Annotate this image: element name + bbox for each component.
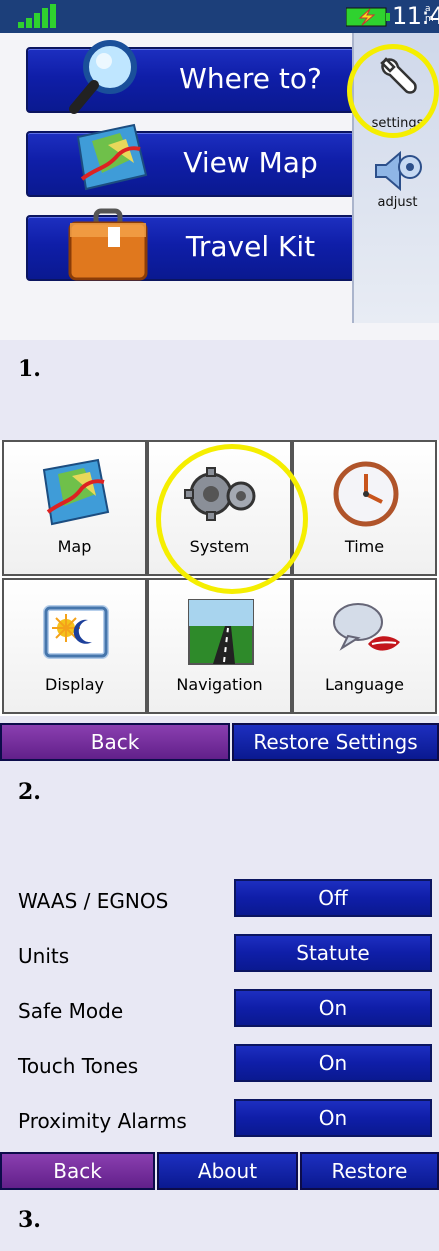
map-setting-cell[interactable]: Map	[2, 440, 147, 576]
waas-egnos-value-button[interactable]: Off	[234, 879, 432, 917]
clock-icon	[333, 461, 399, 527]
clock-ampm: a m	[425, 4, 434, 24]
safe-mode-value-button[interactable]: On	[234, 989, 432, 1027]
display-setting-cell[interactable]: Display	[2, 578, 147, 714]
map-icon	[42, 458, 110, 526]
touch-tones-value-button[interactable]: On	[234, 1044, 432, 1082]
suitcase-icon	[68, 208, 148, 281]
travel-kit-label: Travel Kit	[185, 230, 316, 263]
restore-settings-button[interactable]: Restore Settings	[232, 723, 439, 761]
map-label: Map	[57, 537, 92, 556]
units-label: Units	[18, 944, 70, 968]
step-3-label: 3.	[18, 1207, 41, 1233]
language-label: Language	[325, 675, 404, 694]
step-1-label: 1.	[18, 356, 41, 382]
units-value-button[interactable]: Statute	[234, 934, 432, 972]
view-map-label: View Map	[183, 146, 318, 179]
speech-lips-icon	[333, 603, 400, 651]
touch-tones-label: Touch Tones	[18, 1054, 139, 1078]
proximity-alarms-label: Proximity Alarms	[18, 1109, 187, 1133]
back-button-screen3[interactable]: Back	[0, 1152, 155, 1190]
where-to-button[interactable]: Where to?	[26, 40, 355, 114]
where-to-label: Where to?	[179, 62, 322, 95]
adjust-button[interactable]	[352, 148, 439, 228]
time-label: Time	[344, 537, 385, 556]
display-label: Display	[45, 675, 104, 694]
navigation-setting-cell[interactable]: Navigation	[147, 578, 292, 714]
restore-button[interactable]: Restore	[300, 1152, 439, 1190]
map-icon	[76, 123, 148, 191]
travel-kit-button[interactable]: Travel Kit	[26, 208, 355, 281]
navigation-label: Navigation	[176, 675, 263, 694]
waas-egnos-label: WAAS / EGNOS	[18, 889, 169, 913]
magnifier-icon	[69, 40, 137, 114]
display-sun-moon-icon	[43, 605, 109, 659]
battery-charging-icon	[346, 7, 390, 27]
road-icon	[188, 599, 254, 665]
time-setting-cell[interactable]: Time	[292, 440, 437, 576]
about-button[interactable]: About	[157, 1152, 298, 1190]
settings-button[interactable]	[352, 33, 439, 148]
signal-strength-icon	[18, 4, 56, 28]
back-button[interactable]: Back	[0, 723, 230, 761]
language-setting-cell[interactable]: Language	[292, 578, 437, 714]
step-2-label: 2.	[18, 779, 41, 805]
safe-mode-label: Safe Mode	[18, 999, 124, 1023]
proximity-alarms-value-button[interactable]: On	[234, 1099, 432, 1137]
system-highlight-circle	[156, 444, 308, 594]
view-map-button[interactable]: View Map	[26, 123, 355, 197]
